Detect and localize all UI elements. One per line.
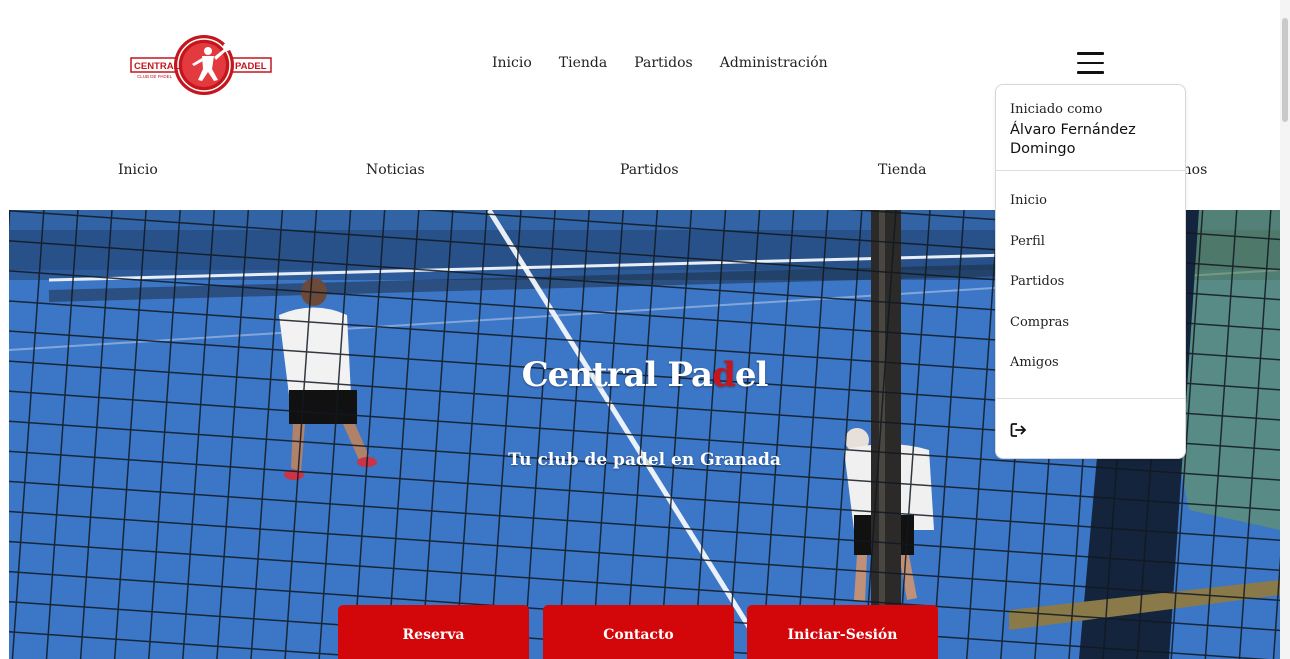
secnav-link-partidos[interactable]: Partidos [620,162,679,178]
topnav-link-administracion[interactable]: Administración [720,55,828,71]
logged-in-label: Iniciado como [1010,102,1103,117]
dropdown-item-perfil[interactable]: Perfil [996,234,1185,275]
dropdown-items: Inicio Perfil Partidos Compras Amigos [996,171,1185,396]
dropdown-item-partidos[interactable]: Partidos [996,274,1185,315]
reserva-button[interactable]: Reserva [338,605,529,659]
hamburger-icon[interactable] [1077,52,1104,74]
secnav-link-noticias[interactable]: Noticias [366,162,425,178]
user-dropdown-menu: Iniciado como Álvaro Fernández Domingo I… [995,84,1186,459]
hero-title-red-letter: d [712,355,736,395]
logged-in-username: Álvaro Fernández Domingo [1010,122,1136,157]
dropdown-header: Iniciado como Álvaro Fernández Domingo [996,85,1185,171]
site-logo[interactable]: CENTRAL PADEL CLUB DE PADEL [128,34,274,98]
contacto-button[interactable]: Contacto [543,605,734,659]
dropdown-item-compras[interactable]: Compras [996,315,1185,356]
dropdown-divider [996,398,1185,399]
secnav-link-tienda[interactable]: Tienda [878,162,926,178]
dropdown-item-inicio[interactable]: Inicio [996,193,1185,234]
topnav-link-partidos[interactable]: Partidos [634,55,693,71]
hero-title-part2: el [734,355,769,395]
logo-tagline: CLUB DE PADEL [137,74,173,79]
logo-left-text: CENTRAL [134,61,180,72]
topnav-link-tienda[interactable]: Tienda [559,55,607,71]
dropdown-item-amigos[interactable]: Amigos [996,355,1185,396]
scrollbar-thumb[interactable] [1282,18,1288,122]
hero-title-part1: Central Pa [521,355,713,395]
top-navigation: Inicio Tienda Partidos Administración [492,55,828,71]
iniciar-sesion-button[interactable]: Iniciar-Sesión [747,605,938,659]
page-scrollbar[interactable] [1280,0,1290,659]
logo-right-text: PADEL [235,61,267,72]
logout-icon[interactable] [1010,422,1028,438]
secnav-link-inicio[interactable]: Inicio [118,162,158,178]
topnav-link-inicio[interactable]: Inicio [492,55,532,71]
